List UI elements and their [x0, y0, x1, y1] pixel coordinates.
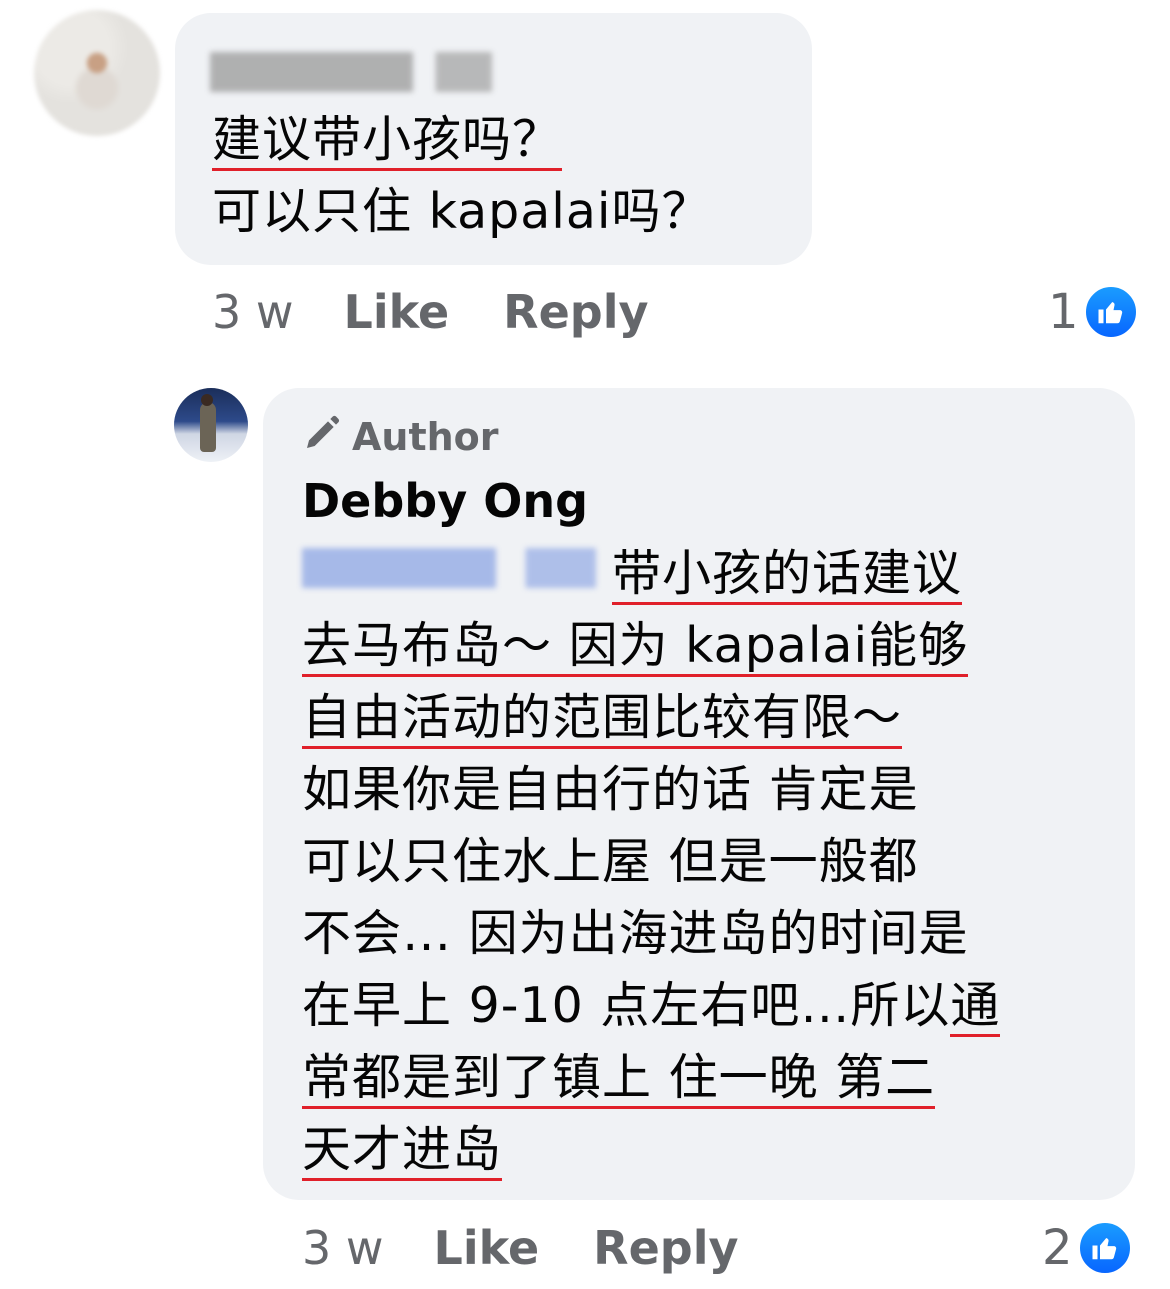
reply-text-underlined: 去马布岛～ 因为 kapalai能够: [302, 617, 969, 677]
reply-author-name[interactable]: Debby Ong: [302, 474, 588, 528]
comment-text-line: 建议带小孩吗？: [212, 104, 563, 176]
reaction-count: 1: [1048, 284, 1079, 340]
thumbs-up-icon: [1082, 284, 1139, 340]
reply-text-plain: 在早上 9-10 点左右吧…所以: [302, 977, 951, 1034]
commenter-avatar[interactable]: [34, 10, 160, 136]
like-button[interactable]: Like: [344, 285, 450, 339]
author-avatar[interactable]: [174, 388, 248, 462]
reply-button[interactable]: Reply: [593, 1221, 738, 1275]
reply-text-underlined: 通: [950, 977, 1001, 1037]
reply-text-underlined: 天才进岛: [302, 1121, 503, 1181]
reaction-summary[interactable]: 1: [1048, 282, 1139, 342]
comment-text-line: 可以只住 kapalai吗？: [212, 183, 712, 240]
reaction-summary[interactable]: 2: [1042, 1218, 1133, 1278]
reply-text-underlined: 常都是到了镇上 住一晚 第二: [302, 1049, 936, 1109]
reply-text-underlined: 自由活动的范围比较有限～: [302, 689, 903, 749]
reply-text-line: 在早上 9-10 点左右吧…所以通: [302, 970, 1001, 1042]
comment-thread: 建议带小孩吗？ 可以只住 kapalai吗？ 3 w Like Reply 1 …: [0, 0, 1170, 1289]
mentioned-user-tag-redacted[interactable]: [302, 548, 596, 588]
reply-text-line: 自由活动的范围比较有限～: [302, 682, 903, 754]
commenter-name-redacted[interactable]: [210, 52, 492, 92]
reply-text-line: 如果你是自由行的话 肯定是: [302, 761, 919, 818]
reply-text-line: 常都是到了镇上 住一晚 第二: [302, 1042, 936, 1114]
pencil-icon: [302, 413, 342, 462]
comment-actions: 3 w Like Reply: [212, 282, 648, 342]
reply-text-line: 不会… 因为出海进岛的时间是: [302, 905, 969, 962]
thumbs-up-icon: [1076, 1220, 1133, 1276]
comment-timestamp[interactable]: 3 w: [212, 285, 294, 339]
reply-text-line: 去马布岛～ 因为 kapalai能够: [302, 610, 969, 682]
like-button[interactable]: Like: [434, 1221, 540, 1275]
reply-text-line: 天才进岛: [302, 1114, 503, 1186]
reply-text-line: 带小孩的话建议: [612, 538, 963, 610]
reaction-count: 2: [1042, 1220, 1073, 1276]
author-badge: Author: [302, 414, 499, 460]
reply-text-line: 可以只住水上屋 但是一般都: [302, 833, 919, 890]
author-badge-label: Author: [352, 415, 499, 459]
reply-actions: 3 w Like Reply: [302, 1218, 738, 1278]
reply-button[interactable]: Reply: [503, 285, 648, 339]
reply-text-underlined: 带小孩的话建议: [612, 545, 963, 605]
comment-text-underlined: 建议带小孩吗？: [212, 111, 563, 171]
reply-timestamp[interactable]: 3 w: [302, 1221, 384, 1275]
